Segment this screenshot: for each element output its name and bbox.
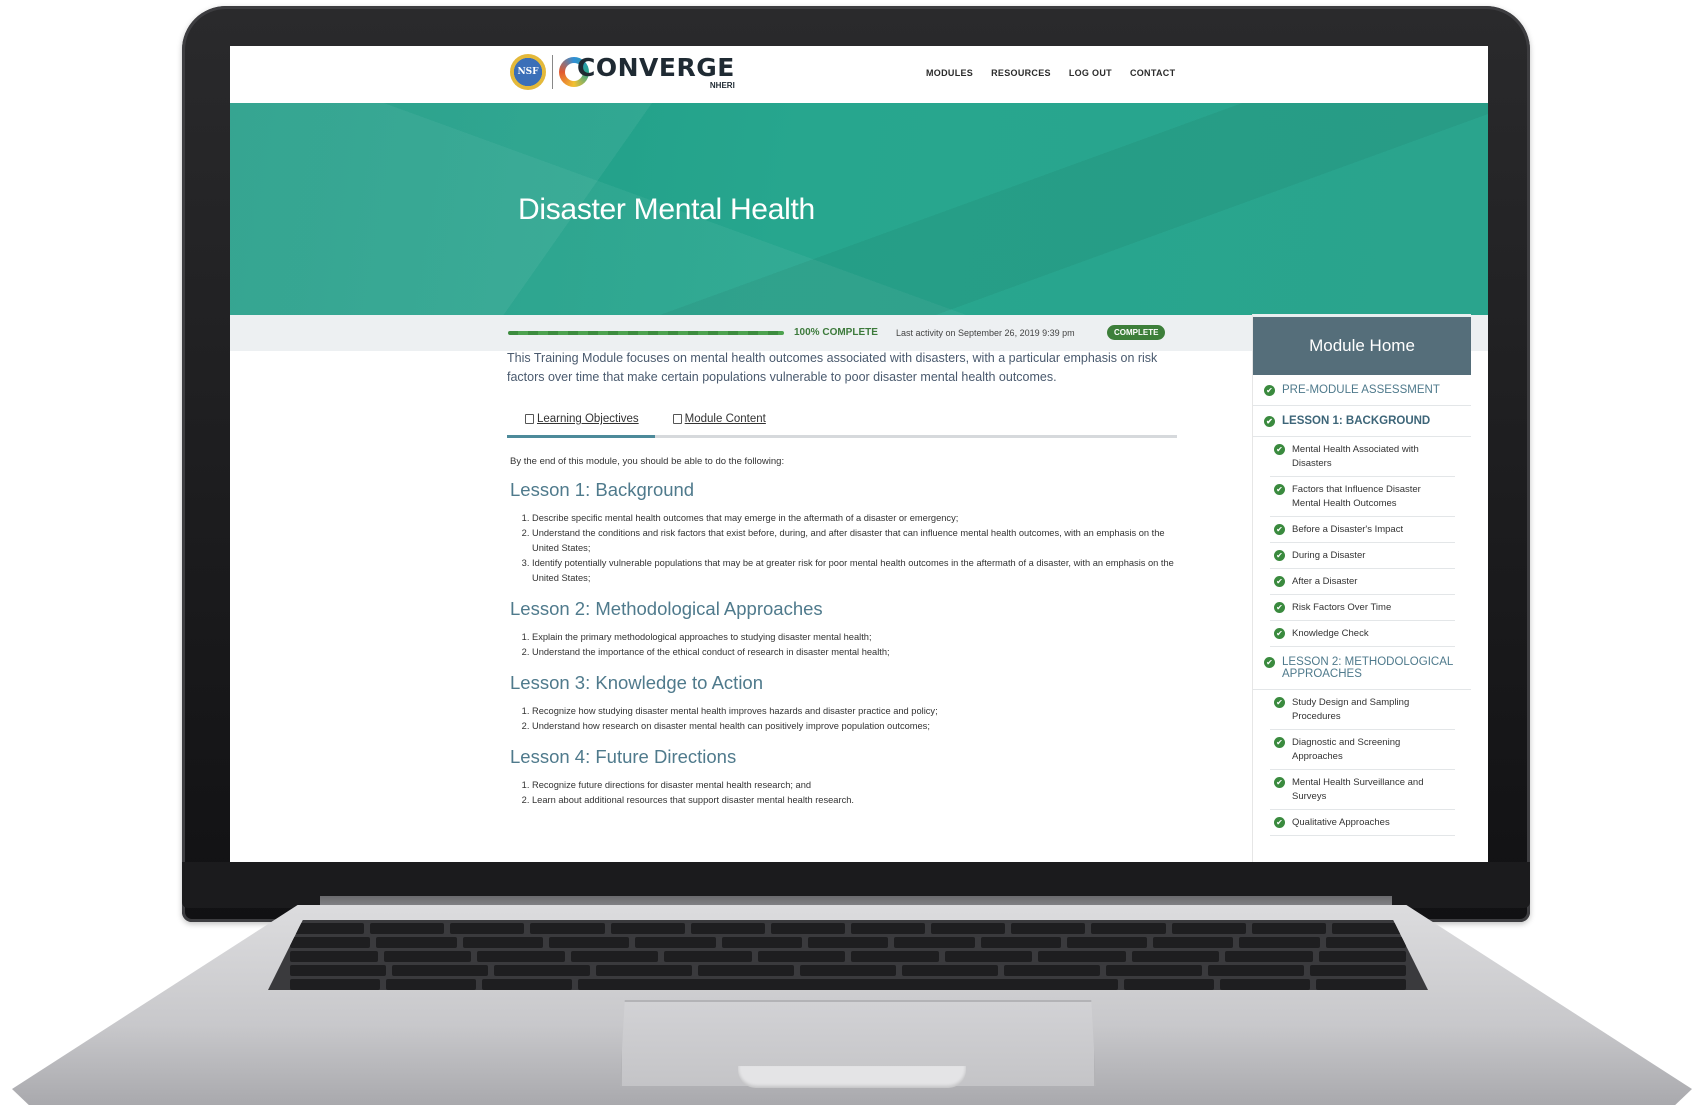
lesson-objectives-list: Recognize how studying disaster mental h… <box>507 704 1177 734</box>
sidebar-item-label: During a Disaster <box>1292 550 1366 561</box>
sidebar-lesson-item[interactable]: ✔ PRE-MODULE ASSESSMENT <box>1253 375 1471 406</box>
sidebar-item-label: Factors that Influence Disaster Mental H… <box>1292 484 1421 509</box>
sidebar-item-label: PRE-MODULE ASSESSMENT <box>1282 384 1440 396</box>
check-circle-icon: ✔ <box>1274 550 1285 561</box>
page-title: Disaster Mental Health <box>518 193 815 226</box>
sidebar-item-label: Qualitative Approaches <box>1292 817 1390 828</box>
sidebar-lesson-item[interactable]: ✔ LESSON 2: METHODOLOGICAL APPROACHES <box>1253 647 1471 690</box>
module-intro: This Training Module focuses on mental h… <box>507 351 1158 384</box>
screen: NSF CONVERGE NHERI MODULES RESOURCES LOG… <box>230 46 1488 862</box>
lesson-heading: Lesson 3: Knowledge to Action <box>510 672 764 693</box>
check-circle-icon: ✔ <box>1274 817 1285 828</box>
nav-link-resources[interactable]: RESOURCES <box>991 68 1051 78</box>
check-circle-icon: ✔ <box>1274 777 1285 788</box>
check-circle-icon: ✔ <box>1264 657 1275 668</box>
sidebar-item-label: Diagnostic and Screening Approaches <box>1292 737 1401 762</box>
lesson-heading: Lesson 4: Future Directions <box>510 746 737 767</box>
check-circle-icon: ✔ <box>1274 484 1285 495</box>
sidebar-topic-item[interactable]: ✔ During a Disaster <box>1270 543 1455 569</box>
logo-subtitle: NHERI <box>709 80 735 90</box>
sidebar-topic-item[interactable]: ✔ Qualitative Approaches <box>1270 810 1455 836</box>
list-item: Describe specific mental health outcomes… <box>532 511 1177 526</box>
sidebar-topic-item[interactable]: ✔ Knowledge Check <box>1270 621 1455 647</box>
nav-link-logout[interactable]: LOG OUT <box>1069 68 1112 78</box>
main-nav: MODULES RESOURCES LOG OUT CONTACT <box>926 68 1175 78</box>
sidebar-item-label: LESSON 2: METHODOLOGICAL APPROACHES <box>1282 656 1453 680</box>
sidebar-item-label: Mental Health Surveillance and Surveys <box>1292 777 1424 802</box>
sidebar-topic-item[interactable]: ✔ After a Disaster <box>1270 569 1455 595</box>
progress-bar-fill <box>508 331 784 335</box>
nav-link-contact[interactable]: CONTACT <box>1130 68 1175 78</box>
lesson-objectives-list: Explain the primary methodological appro… <box>507 630 1177 660</box>
sidebar-topic-item[interactable]: ✔ Mental Health Associated with Disasters <box>1270 437 1455 477</box>
sidebar-item-label: LESSON 1: BACKGROUND <box>1282 415 1431 427</box>
sidebar-lesson-item[interactable]: ✔ LESSON 1: BACKGROUND <box>1253 406 1471 437</box>
lesson-objectives-list: Recognize future directions for disaster… <box>507 778 1177 808</box>
sidebar-nav: ✔ PRE-MODULE ASSESSMENT ✔ LESSON 1: BACKGRO… <box>1253 375 1471 836</box>
sidebar-title[interactable]: Module Home <box>1253 314 1471 375</box>
tab-module-content[interactable]: Module Content <box>655 405 782 435</box>
progress-percent-label: 100% COMPLETE <box>794 327 878 338</box>
sidebar-item-label: After a Disaster <box>1292 576 1358 587</box>
status-badge: COMPLETE <box>1107 325 1166 340</box>
module-sidebar: Module Home ✔ PRE-MODULE ASSESSMENT ✔ LESSO… <box>1252 314 1471 862</box>
content-tabs: Learning Objectives Module Content <box>507 405 1177 438</box>
sidebar-topic-item[interactable]: ✔ Risk Factors Over Time <box>1270 595 1455 621</box>
sidebar-topic-item[interactable]: ✔ Study Design and Sampling Procedures <box>1270 690 1455 730</box>
sidebar-topic-item[interactable]: ✔ Before a Disaster's Impact <box>1270 517 1455 543</box>
list-item: Understand the importance of the ethical… <box>532 645 1177 660</box>
last-activity-text: Last activity on September 26, 2019 9:39… <box>896 328 1075 338</box>
laptop-keyboard <box>268 920 1428 990</box>
sidebar-item-label: Study Design and Sampling Procedures <box>1292 697 1410 722</box>
sidebar-item-label: Knowledge Check <box>1292 628 1369 639</box>
list-item: Explain the primary methodological appro… <box>532 630 1177 645</box>
sidebar-item-label: Risk Factors Over Time <box>1292 602 1392 613</box>
logo-wordmark: CONVERGE NHERI <box>577 55 735 90</box>
book-icon <box>672 414 682 424</box>
tab-label: Learning Objectives <box>537 413 639 425</box>
sidebar-topic-item[interactable]: ✔ Mental Health Surveillance and Surveys <box>1270 770 1455 810</box>
lesson-objectives-list: Describe specific mental health outcomes… <box>507 511 1177 586</box>
list-item: Understand the conditions and risk facto… <box>532 526 1177 556</box>
top-navbar: NSF CONVERGE NHERI MODULES RESOURCES LOG… <box>230 46 1488 103</box>
tab-label: Module Content <box>684 413 766 425</box>
check-circle-icon: ✔ <box>1274 628 1285 639</box>
logo-title: CONVERGE <box>577 52 735 82</box>
list-item: Recognize future directions for disaster… <box>532 778 1177 793</box>
sidebar-item-label: Before a Disaster's Impact <box>1292 524 1404 535</box>
objectives-intro: By the end of this module, you should be… <box>510 456 785 467</box>
check-circle-icon: ✔ <box>1264 416 1275 427</box>
main-content: This Training Module focuses on mental h… <box>507 349 1177 808</box>
sidebar-item-label: Mental Health Associated with Disasters <box>1292 444 1419 469</box>
lesson-heading: Lesson 1: Background <box>510 479 695 500</box>
list-item: Learn about additional resources that su… <box>532 793 1177 808</box>
check-circle-icon: ✔ <box>1274 444 1285 455</box>
tab-learning-objectives[interactable]: Learning Objectives <box>507 405 655 438</box>
nav-link-modules[interactable]: MODULES <box>926 68 973 78</box>
check-circle-icon: ✔ <box>1274 737 1285 748</box>
list-item: Understand how research on disaster ment… <box>532 719 1177 734</box>
check-circle-icon: ✔ <box>1274 524 1285 535</box>
document-icon <box>525 414 534 424</box>
check-circle-icon: ✔ <box>1264 385 1275 396</box>
sidebar-topic-item[interactable]: ✔ Factors that Influence Disaster Mental … <box>1270 477 1455 517</box>
nsf-seal-icon: NSF <box>510 54 546 90</box>
lesson-heading: Lesson 2: Methodological Approaches <box>510 598 823 619</box>
check-circle-icon: ✔ <box>1274 602 1285 613</box>
site-logo[interactable]: NSF CONVERGE NHERI <box>510 54 735 90</box>
laptop-lid-notch <box>738 1066 966 1088</box>
progress-bar <box>508 331 784 335</box>
sidebar-topic-item[interactable]: ✔ Diagnostic and Screening Approaches <box>1270 730 1455 770</box>
check-circle-icon: ✔ <box>1274 697 1285 708</box>
hero-banner: Disaster Mental Health <box>230 103 1488 315</box>
list-item: Identify potentially vulnerable populati… <box>532 556 1177 586</box>
check-circle-icon: ✔ <box>1274 576 1285 587</box>
list-item: Recognize how studying disaster mental h… <box>532 704 1177 719</box>
logo-divider <box>552 55 553 89</box>
